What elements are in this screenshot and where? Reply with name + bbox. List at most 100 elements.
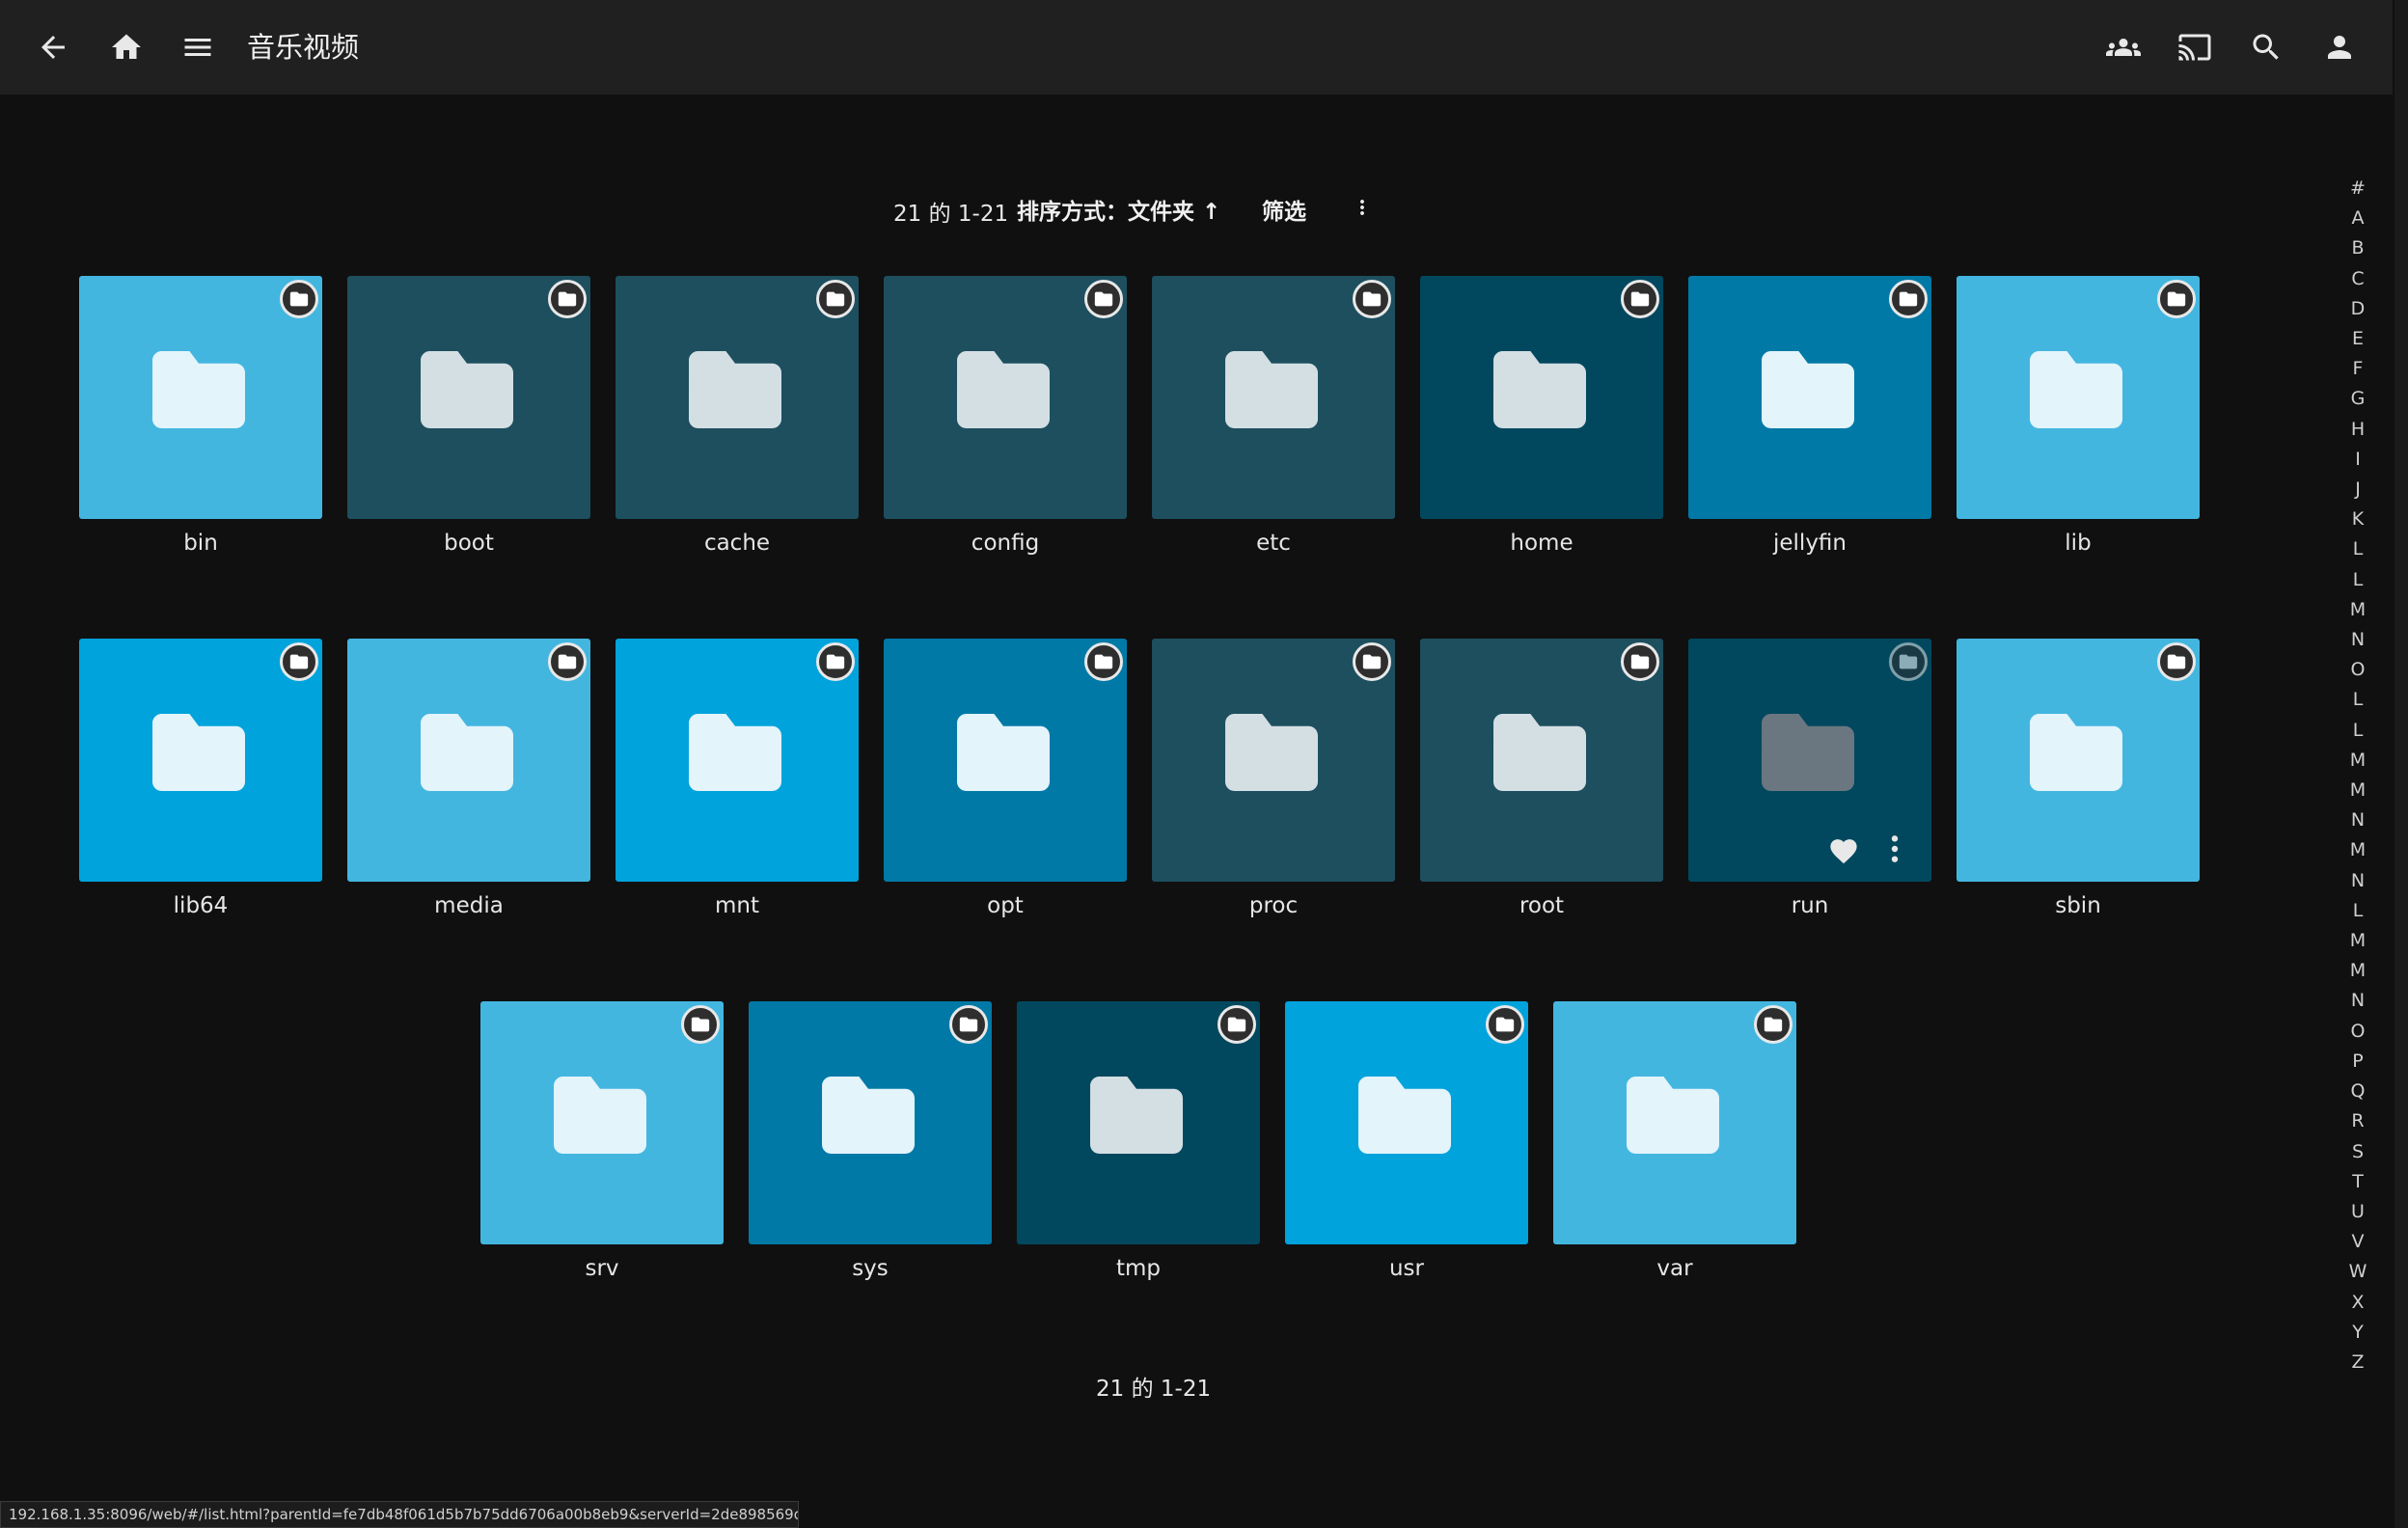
alphabet-letter[interactable]: R (2346, 1106, 2369, 1136)
folder-tile[interactable] (1420, 276, 1663, 519)
folder-tile[interactable] (1956, 639, 2200, 882)
alphabet-letter[interactable]: W (2346, 1257, 2369, 1287)
folder-label[interactable]: home (1420, 529, 1663, 558)
alphabet-letter[interactable]: B (2346, 233, 2369, 263)
cast-button[interactable] (2171, 23, 2219, 71)
folder-label[interactable]: boot (347, 529, 590, 558)
folder-tile[interactable] (1152, 276, 1395, 519)
folder-label[interactable]: var (1553, 1254, 1796, 1283)
folder-card[interactable]: proc (1152, 639, 1395, 920)
folder-label[interactable]: srv (480, 1254, 724, 1283)
alphabet-letter[interactable]: N (2346, 805, 2369, 835)
folder-tile[interactable] (616, 639, 859, 882)
alphabet-letter[interactable]: N (2346, 625, 2369, 655)
folder-card[interactable]: usr (1285, 1001, 1528, 1283)
home-button[interactable] (102, 23, 150, 71)
alphabet-letter[interactable]: M (2346, 776, 2369, 805)
folder-card[interactable]: home (1420, 276, 1663, 558)
folder-label[interactable]: opt (884, 891, 1127, 920)
folder-card[interactable]: etc (1152, 276, 1395, 558)
alphabet-letter[interactable]: # (2346, 174, 2369, 204)
alphabet-letter[interactable]: L (2346, 534, 2369, 564)
alphabet-letter[interactable]: S (2346, 1137, 2369, 1167)
alphabet-letter[interactable]: I (2346, 445, 2369, 475)
alphabet-letter[interactable]: C (2346, 264, 2369, 294)
folder-tile[interactable] (884, 276, 1127, 519)
folder-tile[interactable] (1017, 1001, 1260, 1244)
more-options-button[interactable] (1351, 191, 1374, 224)
alphabet-letter[interactable]: O (2346, 655, 2369, 685)
folder-card[interactable]: sys (749, 1001, 992, 1283)
folder-card[interactable]: srv (480, 1001, 724, 1283)
alphabet-letter[interactable]: J (2346, 475, 2369, 505)
folder-card[interactable]: cache (616, 276, 859, 558)
folder-card[interactable]: opt (884, 639, 1127, 920)
alphabet-letter[interactable]: L (2346, 685, 2369, 715)
alphabet-letter[interactable]: E (2346, 324, 2369, 354)
folder-card[interactable]: run (1688, 639, 1931, 920)
folder-card[interactable]: jellyfin (1688, 276, 1931, 558)
folder-label[interactable]: jellyfin (1688, 529, 1931, 558)
folder-label[interactable]: cache (616, 529, 859, 558)
folder-label[interactable]: etc (1152, 529, 1395, 558)
alphabet-letter[interactable]: P (2346, 1047, 2369, 1077)
folder-tile[interactable] (347, 276, 590, 519)
alphabet-letter[interactable]: H (2346, 415, 2369, 445)
folder-label[interactable]: mnt (616, 891, 859, 920)
folder-label[interactable]: sys (749, 1254, 992, 1283)
alphabet-letter[interactable]: O (2346, 1017, 2369, 1047)
alphabet-letter[interactable]: U (2346, 1197, 2369, 1227)
folder-label[interactable]: usr (1285, 1254, 1528, 1283)
folder-card[interactable]: lib64 (79, 639, 322, 920)
folder-label[interactable]: lib64 (79, 891, 322, 920)
folder-tile[interactable] (1285, 1001, 1528, 1244)
folder-label[interactable]: bin (79, 529, 322, 558)
alphabet-letter[interactable]: M (2346, 956, 2369, 986)
folder-tile[interactable] (1688, 276, 1931, 519)
folder-card[interactable]: media (347, 639, 590, 920)
folder-card[interactable]: boot (347, 276, 590, 558)
alphabet-letter[interactable]: M (2346, 746, 2369, 776)
alphabet-letter[interactable]: N (2346, 986, 2369, 1016)
folder-card[interactable]: config (884, 276, 1127, 558)
folder-tile[interactable] (884, 639, 1127, 882)
folder-tile[interactable] (616, 276, 859, 519)
folder-card[interactable]: sbin (1956, 639, 2200, 920)
folder-tile[interactable] (749, 1001, 992, 1244)
folder-tile[interactable] (1956, 276, 2200, 519)
alphabet-letter[interactable]: A (2346, 204, 2369, 233)
alphabet-letter[interactable]: T (2346, 1167, 2369, 1197)
alphabet-letter[interactable]: L (2346, 716, 2369, 746)
folder-tile[interactable] (79, 276, 322, 519)
alphabet-letter[interactable]: Z (2346, 1348, 2369, 1378)
folder-card[interactable]: bin (79, 276, 322, 558)
menu-button[interactable] (174, 23, 222, 71)
card-more-icon[interactable] (1887, 833, 1902, 864)
folder-tile[interactable] (1553, 1001, 1796, 1244)
folder-label[interactable]: media (347, 891, 590, 920)
search-button[interactable] (2242, 23, 2290, 71)
user-button[interactable] (2315, 23, 2364, 71)
alphabet-letter[interactable]: F (2346, 354, 2369, 384)
folder-tile[interactable] (79, 639, 322, 882)
alphabet-letter[interactable]: G (2346, 384, 2369, 414)
folder-card[interactable]: mnt (616, 639, 859, 920)
page-scrollbar[interactable] (2394, 0, 2408, 1528)
alphabet-letter[interactable]: L (2346, 565, 2369, 595)
folder-label[interactable]: lib (1956, 529, 2200, 558)
folder-label[interactable]: root (1420, 891, 1663, 920)
alphabet-letter[interactable]: K (2346, 505, 2369, 534)
alphabet-letter[interactable]: M (2346, 835, 2369, 865)
folder-label[interactable]: run (1688, 891, 1931, 920)
alphabet-letter[interactable]: M (2346, 595, 2369, 625)
folder-card[interactable]: tmp (1017, 1001, 1260, 1283)
alphabet-letter[interactable]: D (2346, 294, 2369, 324)
folder-label[interactable]: config (884, 529, 1127, 558)
folder-tile[interactable] (1152, 639, 1395, 882)
alphabet-letter[interactable]: M (2346, 926, 2369, 956)
folder-tile[interactable] (1688, 639, 1931, 882)
folder-label[interactable]: sbin (1956, 891, 2200, 920)
sort-button[interactable]: 排序方式：文件夹 ↑ (1017, 193, 1220, 226)
alphabet-letter[interactable]: Q (2346, 1077, 2369, 1106)
folder-tile[interactable] (347, 639, 590, 882)
